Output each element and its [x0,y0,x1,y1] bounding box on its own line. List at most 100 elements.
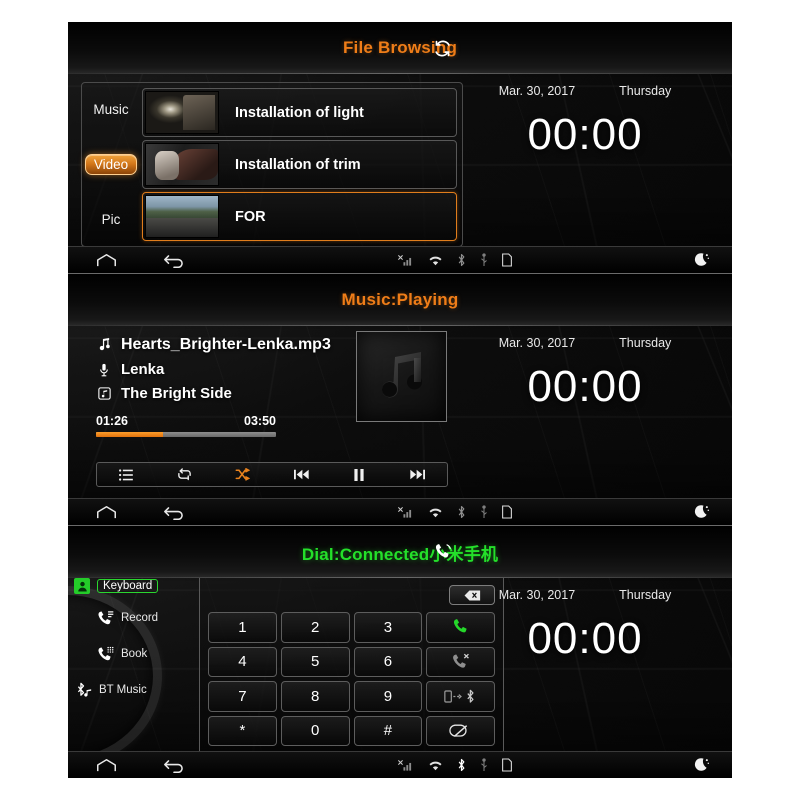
night-mode-icon[interactable] [693,252,710,268]
page-title: Music:Playing [341,290,459,309]
tab-music[interactable]: Music [87,100,134,119]
usb-icon [480,758,489,772]
progress-bar[interactable] [96,432,276,437]
key-3[interactable]: 3 [353,612,423,643]
file-list: Installation of light Installation of tr… [142,88,457,241]
key-9[interactable]: 9 [353,681,423,712]
file-browser-panel: Music Video Pic Installation of light In… [81,82,463,247]
track-artist: Lenka [121,361,165,378]
home-icon[interactable] [94,251,118,269]
head-unit-screenshot-stack: File Browsing Mar. 30, 2017 Thursday 00:… [68,22,732,778]
playlist-button[interactable] [97,463,155,486]
sidebar-item-keyboard[interactable]: Keyboard [74,578,159,594]
previous-button[interactable] [272,463,330,486]
key-1[interactable]: 1 [208,612,277,643]
file-category-tabs: Music Video Pic [82,83,140,246]
file-list-item[interactable]: Installation of trim [142,140,457,189]
playback-controls [96,462,448,487]
music-player-screen: Music:Playing Mar. 30, 2017 Thursday 00:… [68,274,732,526]
wifi-icon [428,254,444,267]
bluetooth-icon [457,253,467,267]
clock-date-row: Mar. 30, 2017 Thursday [456,588,714,602]
file-name: FOR [235,208,266,225]
clock-date: Mar. 30, 2017 [498,336,576,350]
home-icon[interactable] [94,503,118,521]
key-7[interactable]: 7 [208,681,277,712]
track-time-row: 01:26 03:50 [96,414,276,428]
no-signal-icon [397,506,415,519]
file-list-item[interactable]: Installation of light [142,88,457,137]
sidebar-item-bt-music[interactable]: BT Music [74,682,147,697]
tab-pic[interactable]: Pic [96,210,127,229]
back-icon[interactable] [162,251,186,269]
clock-weekday: Thursday [619,84,672,98]
file-thumbnail [145,143,219,186]
pause-button[interactable] [330,463,388,486]
home-icon[interactable] [94,756,118,774]
file-browsing-header: File Browsing [68,22,732,74]
clock-time: 00:00 [527,110,643,159]
file-thumbnail [145,91,219,134]
key-5[interactable]: 5 [280,646,350,677]
phonebook-icon [96,646,114,661]
sidebar-label-keyboard: Keyboard [97,579,159,593]
repeat-button[interactable] [155,463,213,486]
mic-mute-button[interactable] [426,715,495,746]
key-star[interactable]: * [208,715,277,746]
refresh-icon[interactable] [430,36,454,60]
track-album: The Bright Side [121,385,232,402]
back-icon[interactable] [162,756,186,774]
track-album-row: The Bright Side [96,385,331,402]
music-header: Music:Playing [68,274,732,326]
clock-widget-3: Mar. 30, 2017 Thursday 00:00 [456,588,714,664]
sidebar-item-book[interactable]: Book [96,646,147,661]
clock-weekday: Thursday [619,336,672,350]
file-name: Installation of trim [235,156,361,173]
clock-date: Mar. 30, 2017 [498,588,576,602]
phone-call-icon[interactable] [430,540,454,564]
key-0[interactable]: 0 [280,715,350,746]
nav-left-group [68,756,186,774]
no-signal-icon [397,759,415,772]
track-artist-row: Lenka [96,361,331,378]
status-icons-group [397,505,513,519]
key-2[interactable]: 2 [280,612,350,643]
wifi-icon [428,759,444,772]
status-icons-group [397,758,513,772]
key-4[interactable]: 4 [208,646,277,677]
key-hash[interactable]: # [353,715,423,746]
file-thumbnail [145,195,219,238]
nav-left-group [68,503,186,521]
key-6[interactable]: 6 [353,646,423,677]
header-divider [68,73,732,74]
clock-date-row: Mar. 30, 2017 Thursday [456,336,714,350]
progress-bar-fill [96,432,163,437]
wifi-icon [428,506,444,519]
key-8[interactable]: 8 [280,681,350,712]
system-nav-bar [68,751,732,778]
clock-time: 00:00 [527,614,643,663]
sidebar-item-record[interactable]: Record [96,610,158,625]
bt-music-icon [74,682,92,697]
sdcard-icon [502,758,513,772]
album-icon [96,387,112,400]
next-button[interactable] [389,463,447,486]
album-art [356,331,447,422]
call-record-icon [96,610,114,625]
shuffle-button[interactable] [214,463,272,486]
microphone-icon [96,363,112,377]
total-time: 03:50 [244,414,276,428]
header-divider [68,325,732,326]
sdcard-icon [502,253,513,267]
track-title-row: Hearts_Brighter-Lenka.mp3 [96,336,331,354]
system-nav-bar [68,498,732,525]
phone-to-bluetooth-button[interactable] [426,681,495,712]
file-name: Installation of light [235,104,364,121]
back-icon[interactable] [162,503,186,521]
keyboard-contact-icon [74,578,90,594]
night-mode-icon[interactable] [693,504,710,520]
tab-video[interactable]: Video [84,153,138,175]
clock-date-row: Mar. 30, 2017 Thursday [456,84,714,98]
file-list-item-selected[interactable]: FOR [142,192,457,241]
night-mode-icon[interactable] [693,757,710,773]
